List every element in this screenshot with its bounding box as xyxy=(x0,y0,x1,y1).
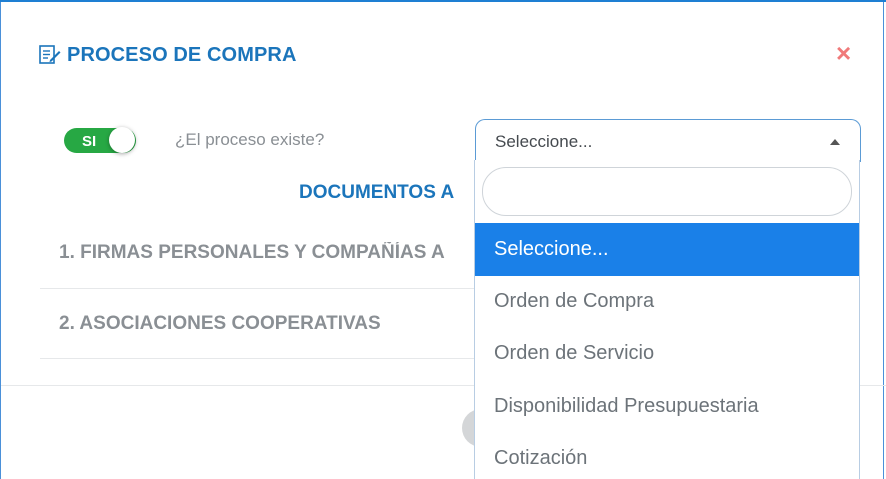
process-exists-label: ¿El proceso existe? xyxy=(175,130,325,149)
toggle-knob xyxy=(109,127,135,153)
modal-title: PROCESO DE COMPRA xyxy=(67,44,297,66)
document-item[interactable]: 2. ASOCIACIONES COOPERATIVAS xyxy=(40,313,480,335)
documents-heading: DOCUMENTOS A xyxy=(299,182,455,203)
select-dropdown: Seleccione... Orden de Compra Orden de S… xyxy=(474,160,860,479)
document-item[interactable]: 1. FIRMAS PERSONALES Y COMPAÑÍAS A xyxy=(40,242,480,264)
dropdown-option-seleccione[interactable]: Seleccione... xyxy=(475,223,859,276)
divider xyxy=(40,358,480,359)
select-value: Seleccione... xyxy=(495,132,593,151)
process-exists-toggle[interactable]: SI xyxy=(64,127,136,153)
caret-up-icon xyxy=(830,139,840,145)
document-type-select[interactable]: Seleccione... xyxy=(475,119,861,162)
document-edit-icon xyxy=(39,45,61,64)
dropdown-option-orden-compra[interactable]: Orden de Compra xyxy=(475,275,859,328)
dropdown-option-cotizacion[interactable]: Cotización xyxy=(475,432,859,479)
dropdown-search-input[interactable] xyxy=(482,167,852,216)
toggle-state-label: SI xyxy=(82,133,97,150)
divider xyxy=(40,288,480,289)
dropdown-option-disponibilidad-presupuestaria[interactable]: Disponibilidad Presupuestaria xyxy=(475,380,859,433)
dropdown-option-orden-servicio[interactable]: Orden de Servicio xyxy=(475,327,859,380)
close-icon[interactable]: × xyxy=(836,40,851,66)
